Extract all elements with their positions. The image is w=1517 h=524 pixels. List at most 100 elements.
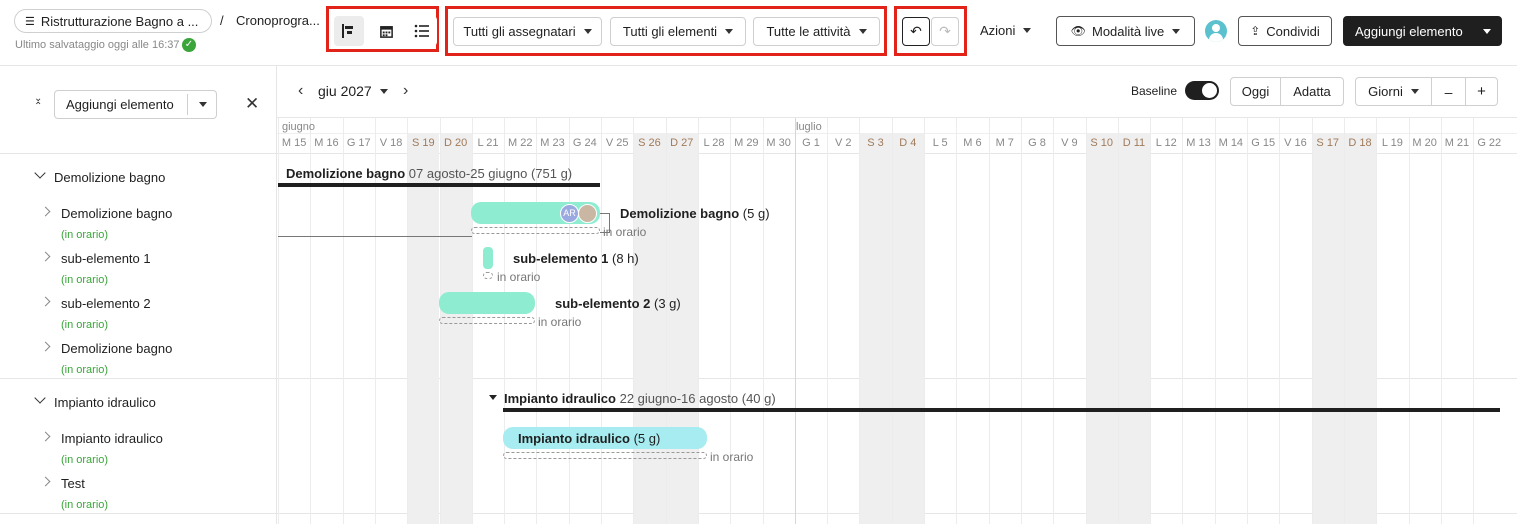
undo-button[interactable]: ↶ [902,17,930,46]
day-label: L 12 [1155,137,1177,149]
task-status: in orario [710,450,754,464]
task-label: Impianto idraulico (5 g) [518,431,660,446]
user-icon [1212,24,1220,32]
month-selector[interactable]: giu 2027 [318,83,388,99]
close-sidebar-icon[interactable]: ✕ [245,94,259,114]
timeline-header-top-border [277,117,1517,118]
task-name: sub-elemento 2 [555,296,651,311]
activities-filter[interactable]: Tutte le attività [753,17,880,46]
day-column [1247,118,1248,524]
menu-icon: ☰ [25,15,35,28]
fit-button[interactable]: Adatta [1280,77,1344,106]
day-column [924,118,925,524]
task-duration: (5 g) [742,206,770,221]
group-summary-range: 22 giugno-16 agosto (40 g) [619,391,776,406]
prev-month-button[interactable]: ‹ [298,82,303,100]
month-label: giugno [282,121,316,133]
day-label: D 18 [1348,137,1372,149]
zoom-in-button[interactable]: + [1465,77,1498,106]
list-item-label[interactable]: sub-elemento 2 [61,296,151,311]
list-item-label[interactable]: Test [61,476,85,491]
group-summary-title: Impianto idraulico [504,391,616,406]
day-label: G 17 [346,137,371,149]
baseline-toggle[interactable] [1185,81,1219,100]
day-label: L 28 [703,137,725,149]
day-label: M 15 [281,137,307,149]
group-divider [0,378,1517,379]
elements-filter-label: Tutti gli elementi [622,24,718,39]
task-duration: (8 h) [611,251,639,266]
task-label: Demolizione bagno (5 g) [620,206,770,221]
user-avatar[interactable] [1205,20,1227,42]
task-duration: (5 g) [633,431,661,446]
page-title[interactable]: Cronoprogra... [236,13,320,28]
redo-button[interactable]: ↷ [931,17,959,46]
group-title[interactable]: Impianto idraulico [54,395,156,410]
task-name: sub-elemento 1 [513,251,609,266]
list-item-label[interactable]: Impianto idraulico [61,431,163,446]
task-status: in orario [603,225,647,239]
day-column [278,118,279,524]
group-summary-title: Demolizione bagno [286,166,406,181]
today-label: Oggi [1241,84,1270,99]
caret-down-icon[interactable] [489,395,497,400]
live-mode-button[interactable]: 👁 Modalità live [1056,16,1195,46]
share-button[interactable]: ⇪ Condividi [1238,16,1332,46]
task-status: in orario [538,315,582,329]
month-selector-label: giu 2027 [318,83,372,99]
live-mode-label: Modalità live [1091,23,1165,39]
list-item-label[interactable]: Demolizione bagno [61,206,172,221]
assignees-filter[interactable]: Tutti gli assegnatari [453,17,602,46]
weekend-column [407,134,440,524]
list-view-button[interactable] [407,16,437,46]
add-element-primary-button[interactable]: Aggiungi elemento [1343,16,1502,46]
day-column [827,118,829,524]
day-column [1440,118,1442,524]
day-column [1117,118,1119,524]
share-label: Condividi [1266,23,1320,39]
today-button[interactable]: Oggi [1230,77,1281,106]
project-breadcrumb-button[interactable]: ☰ Ristrutturazione Bagno a ... [14,9,212,33]
upload-icon: ⇪ [1250,24,1261,38]
day-label: M 23 [540,137,565,149]
day-label: D 27 [670,137,694,149]
list-item-label[interactable]: Demolizione bagno [61,341,172,356]
chevron-down-icon [725,29,734,34]
day-column [1214,118,1216,524]
elements-filter[interactable]: Tutti gli elementi [610,17,746,46]
status-text: (in orario) [61,319,109,331]
sidebar-add-element-button[interactable]: Aggiungi elemento [54,90,217,119]
calendar-view-button[interactable] [371,16,401,46]
fit-label: Adatta [1293,84,1331,99]
day-column [1150,118,1152,524]
day-column [1020,118,1022,524]
group-summary-bar[interactable] [503,408,1500,412]
chevron-down-icon[interactable] [1483,28,1491,34]
status-text: (in orario) [61,229,109,241]
status-text: (in orario) [61,499,109,511]
scale-selector[interactable]: Giorni [1355,77,1432,106]
baseline-bar [483,272,493,279]
sidebar-header-divider [0,153,1517,154]
zoom-out-button[interactable]: – [1431,77,1466,106]
task-label: sub-elemento 1 (8 h) [513,251,639,266]
gantt-view-button[interactable] [334,16,364,46]
status-text: (in orario) [61,364,109,376]
next-month-button[interactable]: › [403,82,408,100]
day-label: S 10 [1090,137,1113,149]
day-column [1408,118,1410,524]
task-bar[interactable] [439,292,535,314]
sidebar [0,66,277,524]
day-column [665,118,667,524]
minus-icon: – [1444,83,1453,100]
chevron-down-icon [858,29,867,34]
collapse-all-icon[interactable]: ⌄ ⌃ [34,94,42,112]
group-summary-bar[interactable] [278,183,600,187]
chevron-down-icon[interactable] [199,102,207,107]
day-label: V 18 [379,137,403,149]
list-item-label[interactable]: sub-elemento 1 [61,251,151,266]
assignees-filter-label: Tutti gli assegnatari [463,24,576,39]
group-title[interactable]: Demolizione bagno [54,170,165,185]
task-bar[interactable] [483,247,493,269]
actions-menu[interactable]: Azioni [980,23,1032,38]
